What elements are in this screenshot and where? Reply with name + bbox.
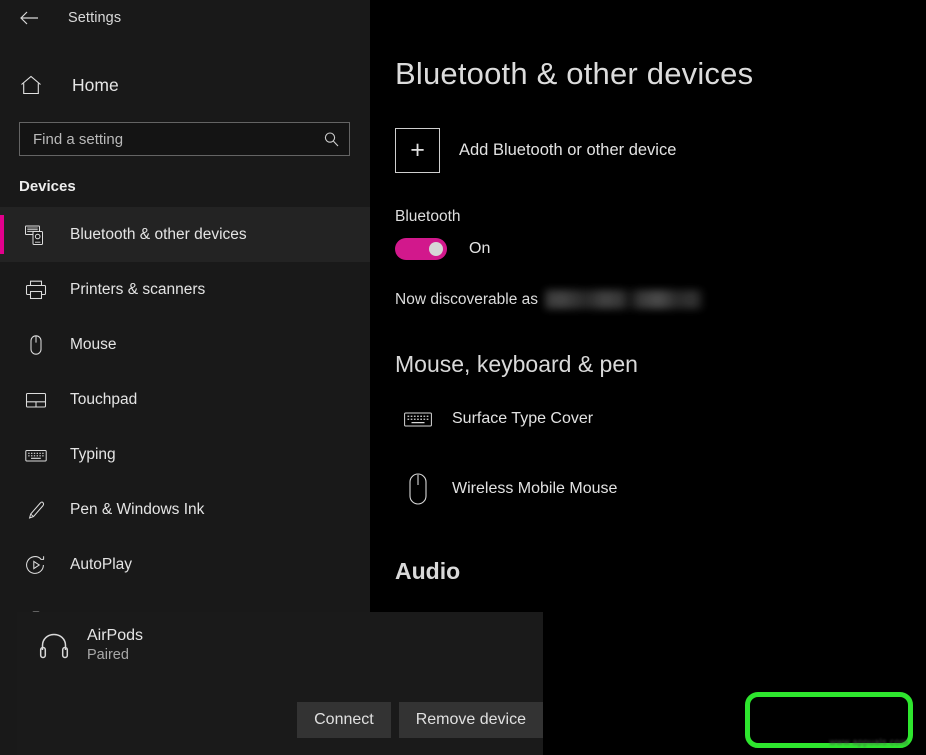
headphones-icon <box>31 631 77 661</box>
mouse-icon <box>20 334 52 356</box>
search-box[interactable] <box>19 122 350 156</box>
back-arrow-icon[interactable] <box>12 4 46 32</box>
device-row-airpods: AirPods Paired <box>17 612 543 666</box>
device-card-text: AirPods Paired <box>87 626 143 666</box>
sidebar-item-label: Touchpad <box>70 391 137 409</box>
keyboard-icon <box>20 444 52 466</box>
sidebar-item-pen-windows-ink[interactable]: Pen & Windows Ink <box>0 482 370 537</box>
add-device-label: Add Bluetooth or other device <box>459 141 676 160</box>
home-icon <box>20 75 54 95</box>
group-header-audio: Audio <box>395 558 926 585</box>
keyboard-icon <box>395 408 441 430</box>
sidebar-item-label: Pen & Windows Ink <box>70 501 204 519</box>
sidebar-item-label: Typing <box>70 446 116 464</box>
sidebar-titlebar: Settings <box>0 0 370 36</box>
bluetooth-label: Bluetooth <box>395 208 926 226</box>
sidebar-item-typing[interactable]: Typing <box>0 427 370 482</box>
sidebar-section-header: Devices <box>19 178 370 195</box>
connect-button[interactable]: Connect <box>297 702 391 738</box>
device-card-airpods[interactable]: AirPods Paired Connect Remove device <box>17 612 543 755</box>
device-row-wireless-mobile-mouse[interactable]: Wireless Mobile Mouse <box>395 460 926 518</box>
sidebar-nav-list: Bluetooth & other devices Printers & sca… <box>0 207 370 647</box>
plus-icon: + <box>395 128 440 173</box>
device-name: Wireless Mobile Mouse <box>452 480 617 498</box>
pen-icon <box>20 499 52 521</box>
redacted-device-name <box>545 290 703 309</box>
sidebar-item-home[interactable]: Home <box>0 63 370 107</box>
autoplay-icon <box>20 554 52 576</box>
sidebar-item-printers-scanners[interactable]: Printers & scanners <box>0 262 370 317</box>
sidebar-item-touchpad[interactable]: Touchpad <box>0 372 370 427</box>
add-device-button[interactable]: + Add Bluetooth or other device <box>395 128 926 173</box>
discoverable-label: Now discoverable as <box>395 291 538 309</box>
bluetooth-toggle[interactable] <box>395 238 447 260</box>
page-title: Bluetooth & other devices <box>395 56 926 92</box>
bluetooth-toggle-state: On <box>469 240 490 258</box>
device-row-surface-type-cover[interactable]: Surface Type Cover <box>395 390 926 448</box>
remove-device-button[interactable]: Remove device <box>399 702 543 738</box>
bluetooth-toggle-row: On <box>395 238 926 260</box>
settings-window: Settings Home Devices <box>0 0 926 755</box>
sidebar-item-label: Bluetooth & other devices <box>70 226 247 244</box>
sidebar-item-label: Printers & scanners <box>70 281 205 299</box>
device-name: Surface Type Cover <box>452 410 593 428</box>
discoverable-row: Now discoverable as <box>395 290 926 309</box>
device-status: Paired <box>87 646 143 666</box>
device-name: AirPods <box>87 626 143 646</box>
sidebar-item-label-home: Home <box>72 75 119 96</box>
sidebar-item-label: Mouse <box>70 336 117 354</box>
sidebar-item-autoplay[interactable]: AutoPlay <box>0 537 370 592</box>
sidebar-item-label: AutoPlay <box>70 556 132 574</box>
search-icon[interactable] <box>323 131 340 148</box>
touchpad-icon <box>20 389 52 411</box>
sidebar-item-mouse[interactable]: Mouse <box>0 317 370 372</box>
window-title: Settings <box>68 10 121 26</box>
group-header-mouse-keyboard-pen: Mouse, keyboard & pen <box>395 351 926 378</box>
sidebar-item-bluetooth-other-devices[interactable]: Bluetooth & other devices <box>0 207 370 262</box>
device-card-actions: Connect Remove device <box>297 702 543 738</box>
printer-icon <box>20 279 52 301</box>
mouse-icon <box>395 472 441 506</box>
bluetooth-devices-icon <box>20 224 52 246</box>
search-input[interactable] <box>33 131 323 148</box>
toggle-knob <box>429 242 443 256</box>
